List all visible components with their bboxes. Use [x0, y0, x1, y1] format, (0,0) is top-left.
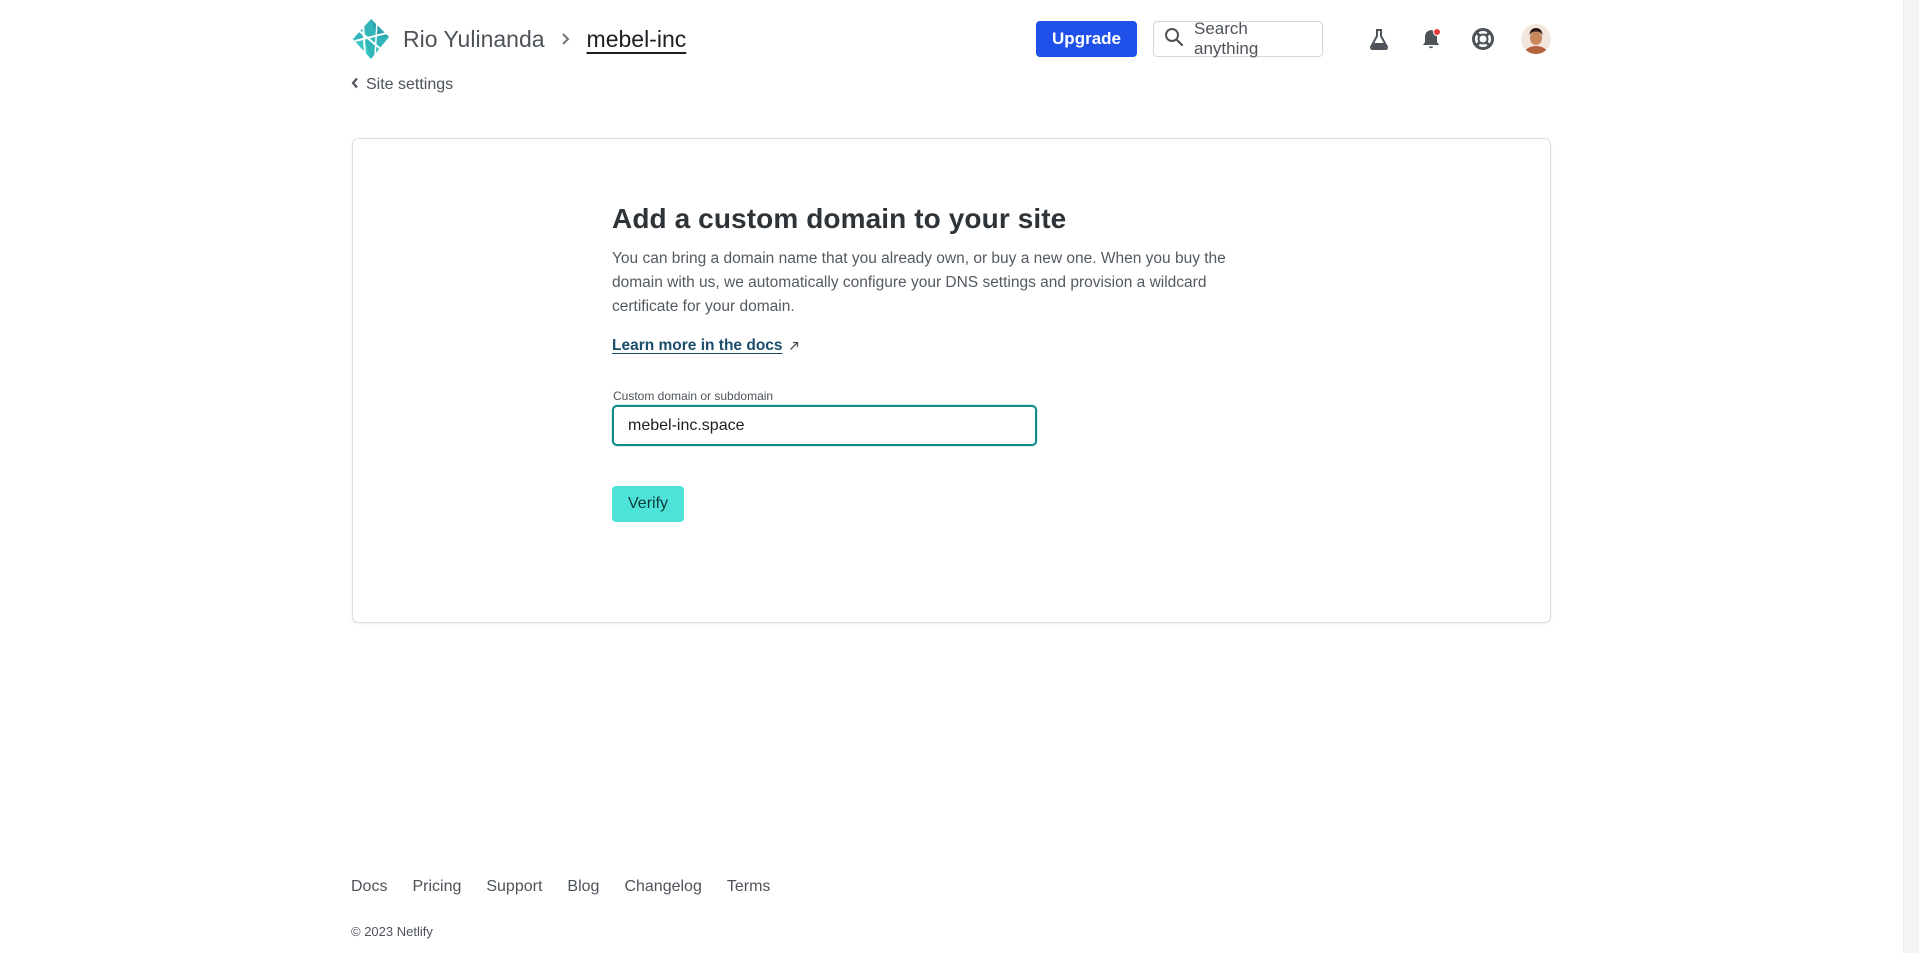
- search-input[interactable]: Search anything: [1153, 19, 1323, 58]
- footer-link-pricing[interactable]: Pricing: [412, 878, 461, 896]
- header-left: Rio Yulinanda mebel-inc: [351, 17, 686, 61]
- breadcrumb-team[interactable]: Rio Yulinanda: [403, 26, 545, 53]
- docs-link-label: Learn more in the docs: [612, 337, 783, 354]
- chevron-left-icon: [351, 76, 359, 94]
- lifebuoy-icon[interactable]: [1467, 23, 1499, 55]
- bell-icon[interactable]: [1415, 23, 1447, 55]
- user-avatar[interactable]: [1521, 24, 1551, 54]
- back-to-site-settings-link[interactable]: Site settings: [351, 76, 453, 94]
- learn-more-docs-link[interactable]: Learn more in the docs: [612, 337, 799, 355]
- card-title: Add a custom domain to your site: [612, 203, 1067, 234]
- footer-link-changelog[interactable]: Changelog: [624, 878, 701, 896]
- search-placeholder: Search anything: [1194, 19, 1259, 58]
- domain-field-label: Custom domain or subdomain: [613, 389, 774, 403]
- page-scrollbar[interactable]: [1903, 0, 1919, 953]
- chevron-right-icon: [561, 32, 571, 46]
- notification-dot: [1433, 28, 1441, 36]
- top-header: Rio Yulinanda mebel-inc Upgrade Search a…: [351, 16, 1551, 62]
- verify-button[interactable]: Verify: [612, 486, 685, 522]
- footer-link-terms[interactable]: Terms: [727, 878, 771, 896]
- upgrade-button[interactable]: Upgrade: [1036, 21, 1137, 57]
- breadcrumb-site[interactable]: mebel-inc: [587, 26, 687, 53]
- card-description: You can bring a domain name that you alr…: [612, 250, 1226, 315]
- footer-link-blog[interactable]: Blog: [567, 878, 599, 896]
- custom-domain-input[interactable]: [612, 405, 1037, 446]
- back-link-label: Site settings: [366, 76, 454, 93]
- add-domain-card: Add a custom domain to your site You can…: [352, 138, 1551, 623]
- footer-link-support[interactable]: Support: [486, 878, 542, 896]
- page-viewport: Rio Yulinanda mebel-inc Upgrade Search a…: [0, 0, 1919, 953]
- external-arrow-icon: [789, 338, 799, 354]
- footer-links: Docs Pricing Support Blog Changelog Term…: [351, 878, 770, 896]
- footer-copyright: © 2023 Netlify: [351, 924, 433, 939]
- search-icon: [1164, 27, 1184, 52]
- footer-link-docs[interactable]: Docs: [351, 878, 387, 896]
- card-content: Add a custom domain to your site You can…: [612, 203, 1272, 522]
- header-right: Upgrade Search anything: [1036, 19, 1551, 58]
- flask-icon[interactable]: [1363, 23, 1395, 55]
- netlify-logo-icon[interactable]: [351, 17, 391, 61]
